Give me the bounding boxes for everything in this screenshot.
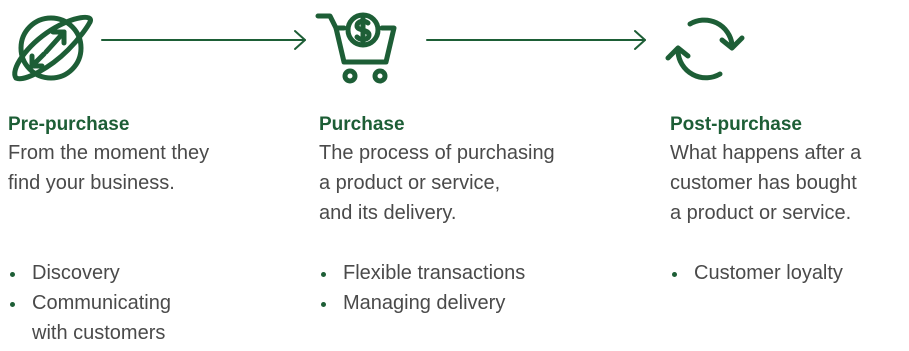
stage-title: Post-purchase: [670, 114, 802, 135]
bullet-item: Flexible transactions: [319, 258, 525, 288]
stage-post-purchase: Post-purchase What happens after a custo…: [670, 112, 861, 228]
refresh-cycle-icon: [660, 8, 750, 88]
stage-purchase: Purchase The process of purchasing a pro…: [319, 112, 555, 228]
arrow-right-icon: [100, 25, 310, 55]
stage-description: The process of purchasing a product or s…: [319, 138, 555, 228]
stage-description: What happens after a customer has bought…: [670, 138, 861, 228]
stage-purchase-bullets: Flexible transactions Managing delivery: [319, 258, 525, 318]
description-line: What happens after a: [670, 142, 862, 164]
bullet-line: with customers: [32, 322, 166, 344]
bullet-line: Customer loyalty: [694, 262, 843, 284]
description-line: a product or service.: [670, 202, 852, 224]
description-line: customer has bought: [670, 172, 857, 194]
description-line: From the moment they: [8, 142, 210, 164]
bullet-item: Customer loyalty: [670, 258, 843, 288]
stage-description: From the moment they find your business.: [8, 138, 209, 198]
description-line: a product or service,: [319, 172, 501, 194]
stage-title: Pre-purchase: [8, 114, 130, 135]
stage-title: Purchase: [319, 114, 405, 135]
bullet-item: Communicating with customers: [8, 288, 171, 348]
bullet-line: Flexible transactions: [343, 262, 526, 284]
arrow-right-icon: [425, 25, 650, 55]
bullet-item: Managing delivery: [319, 288, 525, 318]
bullet-line: Managing delivery: [343, 292, 506, 314]
globe-arrows-icon: [6, 8, 96, 88]
stage-pre-purchase-bullets: Discovery Communicating with customers: [8, 258, 171, 348]
description-line: find your business.: [8, 172, 175, 194]
description-line: and its delivery.: [319, 202, 457, 224]
bullet-line: Discovery: [32, 262, 120, 284]
description-line: The process of purchasing: [319, 142, 555, 164]
stage-pre-purchase: Pre-purchase From the moment they find y…: [8, 112, 209, 198]
bullet-item: Discovery: [8, 258, 171, 288]
shopping-cart-dollar-icon: [312, 8, 402, 88]
stage-post-purchase-bullets: Customer loyalty: [670, 258, 843, 288]
bullet-line: Communicating: [32, 292, 171, 314]
